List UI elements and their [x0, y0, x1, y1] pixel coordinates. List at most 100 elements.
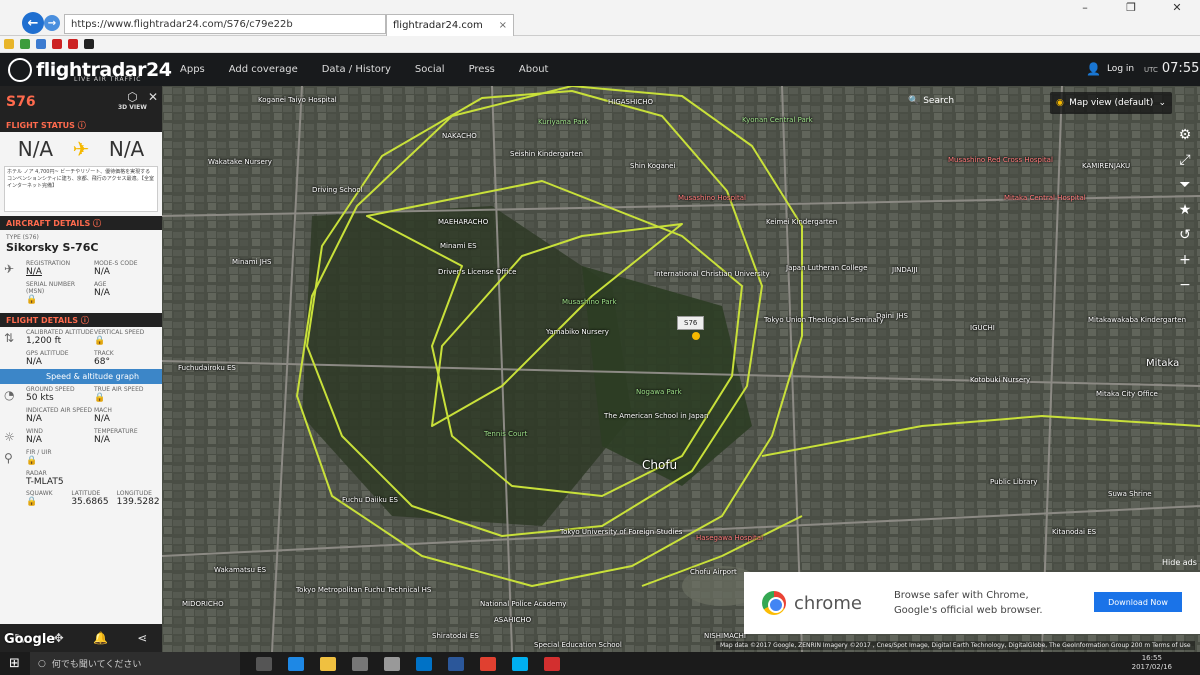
taskbar-clock[interactable]: 16:55 2017/02/16	[1132, 654, 1172, 672]
zoom-out-icon[interactable]: −	[1176, 276, 1194, 294]
nav-add-coverage[interactable]: Add coverage	[229, 64, 298, 75]
close-button[interactable]: ✕	[1154, 0, 1200, 16]
taskbar-date: 2017/02/16	[1131, 663, 1172, 671]
playback-icon[interactable]: ↺	[1176, 226, 1194, 244]
location-icon: ⚲	[4, 451, 13, 465]
tab-close-icon[interactable]: ×	[499, 20, 507, 31]
map-label: The American School in Japan	[604, 412, 709, 420]
zoom-in-icon[interactable]: +	[1176, 251, 1194, 269]
aircraft-type: TYPE (S76) Sikorsky S-76C	[0, 230, 162, 258]
address-bar[interactable]: https://www.flightradar24.com/S76/c79e22…	[64, 14, 386, 34]
map-canvas[interactable]	[162, 86, 1200, 652]
map-label: Special Education School	[534, 641, 622, 649]
age-label: AGE	[94, 281, 107, 288]
help-icon[interactable]: ⓘ	[93, 218, 101, 229]
help-icon[interactable]: ⓘ	[81, 315, 89, 326]
altitude-icon: ⇅	[4, 331, 15, 345]
map-view-dropdown[interactable]: ◉ Map view (default) ⌄	[1050, 92, 1172, 114]
chrome-taskbar-icon[interactable]	[480, 656, 496, 671]
windows-start-icon[interactable]: ⊞	[9, 656, 20, 671]
favorite-icon[interactable]	[4, 39, 14, 49]
ad-line1: Browse safer with Chrome,	[893, 590, 1029, 601]
map-attribution: Map data ©2017 Google, ZENRIN Imagery ©2…	[716, 641, 1195, 650]
map-label: Tokyo Union Theological Seminary	[764, 316, 884, 324]
window-controls: – ❐ ✕	[1062, 0, 1200, 16]
utc-clock: UTC 07:55	[1144, 61, 1199, 76]
favorite-icon[interactable]	[84, 39, 94, 49]
fir-fields: ⚲ FIR / UIR 🔒	[0, 447, 162, 468]
share-icon[interactable]: ⋖	[137, 631, 147, 645]
modes-label: MODE-S CODE	[94, 260, 138, 267]
age-value: N/A	[94, 288, 110, 298]
task-view-icon[interactable]	[256, 656, 272, 671]
login-button[interactable]: 👤 Log in	[1086, 62, 1134, 76]
map-label: Mitaka Central Hospital	[1004, 194, 1086, 202]
taskbar-search[interactable]: ○ 何でも聞いてください	[30, 652, 240, 675]
nav-data-history[interactable]: Data / History	[322, 64, 391, 75]
origin-airport[interactable]: N/A	[18, 137, 53, 161]
back-button[interactable]: ←	[22, 12, 44, 34]
nav-press[interactable]: Press	[469, 64, 495, 75]
map-label: Kuriyama Park	[538, 118, 589, 126]
app-icon[interactable]	[384, 656, 400, 671]
map-label: MAEHARACHO	[438, 218, 489, 226]
store-icon[interactable]	[352, 656, 368, 671]
map-toolbar: ⚙ ⤢ ⏷ ★ ↺ + −	[1172, 126, 1198, 294]
weather-icon: ☼	[4, 430, 15, 444]
download-now-button[interactable]: Download Now	[1094, 592, 1182, 612]
destination-airport[interactable]: N/A	[109, 137, 144, 161]
gear-icon[interactable]: ⚙	[1176, 126, 1194, 144]
favorite-icon[interactable]	[68, 39, 78, 49]
chrome-ad-banner[interactable]: chrome Browse safer with Chrome, Google's…	[744, 572, 1200, 634]
aircraft-callout[interactable]: S76	[677, 316, 705, 330]
hide-ads-button[interactable]: Hide ads	[1162, 558, 1197, 567]
flight-details-header: FLIGHT DETAILS ⓘ	[0, 313, 162, 327]
speedometer-icon: ◔	[4, 388, 15, 402]
yahoo-icon[interactable]	[544, 656, 560, 671]
map-label: Nogawa Park	[636, 388, 682, 396]
nav-about[interactable]: About	[519, 64, 549, 75]
panel-ad[interactable]: ホテル ノア 4,700円~ ビーチやリゾート、優待価格を実現するコンベンション…	[4, 166, 158, 212]
skype-icon[interactable]	[512, 656, 528, 671]
map-label: Chofu	[642, 458, 678, 472]
close-panel-icon[interactable]: ✕	[148, 90, 158, 104]
nav-apps[interactable]: Apps	[180, 64, 205, 75]
logo-subtitle: LIVE AIR TRAFFIC	[74, 76, 142, 83]
speed-altitude-graph-button[interactable]: Speed & altitude graph	[0, 369, 162, 384]
map-label: Kitanodai ES	[1052, 528, 1097, 536]
explorer-icon[interactable]	[320, 656, 336, 671]
3d-view-label: 3D VIEW	[118, 104, 147, 111]
map-label: Hasegawa Hospital	[696, 534, 764, 542]
aircraft-details-label: AIRCRAFT DETAILS	[6, 218, 91, 228]
map-search-button[interactable]: 🔍 Search	[908, 96, 954, 106]
cube-icon: ⬡	[127, 90, 138, 104]
nav-social[interactable]: Social	[415, 64, 445, 75]
attribution-text: Map data ©2017 Google, ZENRIN Imagery ©2…	[720, 642, 1191, 649]
browser-tab[interactable]: flightradar24.com ×	[386, 14, 514, 36]
maximize-button[interactable]: ❐	[1108, 0, 1154, 16]
lock-icon: 🔒	[94, 336, 106, 346]
favorite-icon[interactable]	[36, 39, 46, 49]
wind-value: N/A	[26, 435, 42, 445]
3d-view-button[interactable]: ⬡ 3D VIEW	[118, 90, 147, 111]
alert-bell-icon[interactable]: 🔔	[93, 631, 108, 645]
wind-label: WIND	[26, 428, 43, 435]
favorite-icon[interactable]	[20, 39, 30, 49]
filter-icon[interactable]: ⏷	[1176, 176, 1194, 194]
edge-icon[interactable]	[288, 656, 304, 671]
map-area[interactable]: Koganei Taiyo Hospital Kuriyama Park HIG…	[162, 86, 1200, 652]
aircraft-marker[interactable]	[692, 332, 700, 340]
map-label: HIGASHICHO	[608, 98, 653, 106]
forward-button[interactable]: →	[44, 15, 60, 31]
map-label: Minami ES	[440, 242, 477, 250]
track-label: TRACK	[94, 350, 114, 357]
star-icon[interactable]: ★	[1176, 201, 1194, 219]
outlook-icon[interactable]	[416, 656, 432, 671]
fullscreen-icon[interactable]: ⤢	[1176, 151, 1194, 169]
favorite-icon[interactable]	[52, 39, 62, 49]
word-icon[interactable]	[448, 656, 464, 671]
minimize-button[interactable]: –	[1062, 0, 1108, 16]
help-icon[interactable]: ⓘ	[78, 120, 86, 131]
fir-label: FIR / UIR	[26, 449, 52, 456]
registration-value[interactable]: N/A	[26, 267, 94, 277]
